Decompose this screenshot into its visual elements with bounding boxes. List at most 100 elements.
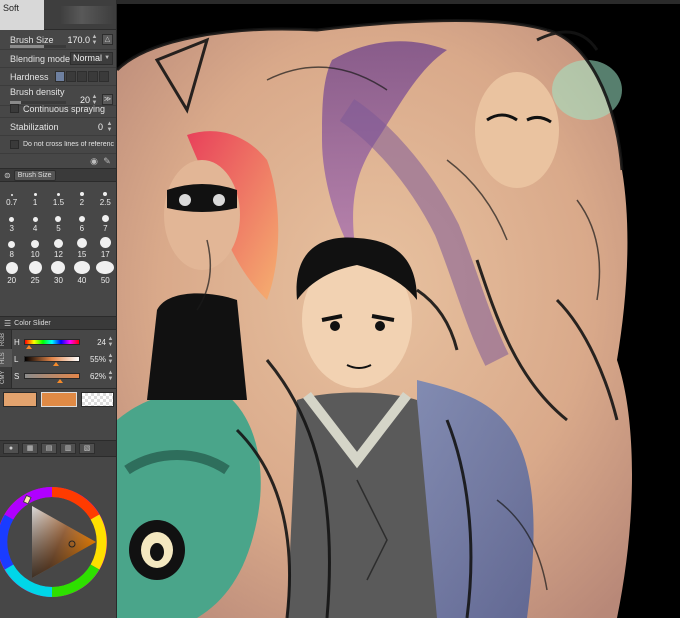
color-history-tab-icon[interactable]: ▧	[79, 443, 95, 454]
tab-hls[interactable]: HLS	[0, 349, 12, 367]
brush-size-preset[interactable]: 8	[0, 235, 23, 261]
brush-size-preset-label: 2	[79, 198, 85, 207]
brush-size-preset[interactable]: 2	[70, 183, 93, 209]
hue-slider-knob[interactable]	[25, 345, 32, 349]
brush-size-preset-label: 3	[9, 224, 14, 233]
sub-color-swatch[interactable]	[41, 392, 77, 407]
main-color-swatch[interactable]	[3, 392, 37, 407]
brush-size-preset[interactable]: 20	[0, 261, 23, 287]
brush-size-preset[interactable]: 10	[23, 235, 46, 261]
color-slider-title[interactable]: Color Slider	[14, 320, 51, 327]
brush-size-preset[interactable]: 5	[47, 209, 70, 235]
brush-size-preset[interactable]: 40	[70, 261, 93, 287]
brush-size-preset[interactable]: 1	[23, 183, 46, 209]
stabilization-row[interactable]: Stabilization 0 ▲ ▼	[0, 118, 116, 136]
brush-size-dot	[51, 261, 66, 274]
hue-slider[interactable]	[24, 339, 80, 349]
brush-size-palette-tab[interactable]: Brush Size	[13, 169, 56, 181]
hardness-step[interactable]	[76, 71, 87, 82]
color-mode-tabs: RGB HLS CMY	[0, 330, 12, 388]
brush-size-slider[interactable]	[10, 45, 66, 48]
brush-size-preset[interactable]: 25	[23, 261, 46, 287]
lightness-slider-knob[interactable]	[52, 362, 59, 366]
brush-size-preset-label: 6	[79, 224, 85, 233]
spin-arrows-icon[interactable]: ▲ ▼	[91, 34, 98, 46]
sub-tool-tab-label: Soft	[3, 3, 20, 13]
brush-size-preset[interactable]: 1.5	[47, 183, 70, 209]
brush-size-dot	[5, 262, 18, 274]
color-set-tab-icon[interactable]: ▥	[60, 443, 76, 454]
hardness-step[interactable]	[87, 71, 98, 82]
brush-size-icon: ⊜	[4, 170, 11, 180]
hardness-step[interactable]	[98, 71, 109, 82]
approximate-color-tab-icon[interactable]: ▤	[41, 443, 57, 454]
brush-size-preset[interactable]: 50	[94, 261, 116, 287]
settings-icon[interactable]: ◉	[88, 157, 100, 166]
brush-size-grid: 0.7 1 1.5 2 2.5 3 4 5 6 7 8 10 12 15 17 20 25 30 40 50	[0, 183, 116, 314]
hue-value[interactable]: 24	[97, 338, 106, 347]
brush-size-dot	[103, 192, 108, 196]
brush-size-preset[interactable]: 15	[70, 235, 93, 261]
sub-tool-tab-bar: Soft	[0, 0, 116, 30]
color-wheel-tab-icon[interactable]: ●	[3, 443, 19, 454]
brush-size-preset-label: 12	[54, 250, 63, 259]
saturation-slider[interactable]	[24, 373, 80, 383]
spin-arrows-icon[interactable]: ▲ ▼	[107, 370, 114, 382]
brush-size-preset-label: 40	[77, 276, 87, 285]
brush-size-preset[interactable]: 4	[23, 209, 46, 235]
brush-size-row[interactable]: Brush Size 170.0 ▲ ▼ △	[0, 30, 116, 50]
brush-size-value[interactable]: 170.0	[67, 35, 90, 45]
brush-size-preset-label: 10	[30, 250, 40, 259]
chevron-down-icon: ▼	[104, 55, 111, 61]
wrench-icon[interactable]: ✎	[101, 157, 113, 166]
continuous-spraying-row[interactable]: Continuous spraying	[0, 100, 116, 118]
drawing-canvas[interactable]	[117, 0, 680, 618]
brush-size-preset[interactable]: 17	[94, 235, 116, 261]
transparent-color-swatch[interactable]	[81, 392, 114, 407]
cross-lines-checkbox[interactable]	[10, 140, 19, 149]
tab-cmy[interactable]: CMY	[0, 368, 12, 386]
blending-mode-value: Normal	[73, 53, 103, 63]
brush-size-preset[interactable]: 0.7	[0, 183, 23, 209]
lightness-label: L	[14, 354, 19, 364]
tab-rgb[interactable]: RGB	[0, 330, 12, 348]
lightness-value[interactable]: 55%	[90, 355, 106, 364]
hardness-step[interactable]	[65, 71, 76, 82]
color-wheel-icon[interactable]	[0, 470, 117, 618]
brush-size-preset-label: 25	[30, 276, 40, 285]
brush-size-dot	[10, 194, 13, 196]
brush-size-preset-label: 30	[54, 276, 63, 285]
stabilization-value[interactable]: 0	[98, 122, 103, 132]
cross-lines-row[interactable]: Do not cross lines of referenc	[0, 136, 116, 154]
spin-arrows-icon[interactable]: ▲ ▼	[106, 121, 113, 133]
size-dynamics-icon[interactable]: △	[102, 34, 113, 45]
brush-size-preset-label: 15	[77, 250, 87, 259]
saturation-value[interactable]: 62%	[90, 372, 106, 381]
intermediate-color-tab-icon[interactable]: ▦	[22, 443, 38, 454]
saturation-label: S	[14, 371, 20, 381]
brush-size-preset[interactable]: 7	[94, 209, 116, 235]
continuous-spraying-checkbox[interactable]	[10, 104, 19, 113]
hardness-label: Hardness	[10, 71, 49, 82]
color-slider-icon: ☰	[4, 318, 12, 328]
brush-size-preset[interactable]: 30	[47, 261, 70, 287]
brush-size-preset-label: 7	[103, 224, 108, 233]
hardness-step[interactable]	[54, 71, 65, 82]
brush-size-dot	[79, 192, 84, 196]
lightness-slider[interactable]	[24, 356, 80, 366]
brush-size-preset-label: 0.7	[6, 198, 18, 207]
blending-mode-select[interactable]: Normal ▼	[70, 52, 114, 65]
color-slider-header: ☰ Color Slider	[0, 316, 116, 330]
tool-panel: Soft Brush Size 170.0 ▲ ▼ △ Blending mode…	[0, 0, 117, 618]
saturation-slider-knob[interactable]	[56, 379, 63, 383]
spin-arrows-icon[interactable]: ▲ ▼	[107, 353, 114, 365]
panel-spacer	[0, 411, 116, 440]
brush-size-preset[interactable]: 6	[70, 209, 93, 235]
brush-size-preset[interactable]: 3	[0, 209, 23, 235]
hardness-selector[interactable]	[54, 71, 110, 82]
brush-size-preset[interactable]: 2.5	[94, 183, 116, 209]
spin-arrows-icon[interactable]: ▲ ▼	[107, 336, 114, 348]
brush-size-dot	[99, 237, 111, 248]
brush-size-preset[interactable]: 12	[47, 235, 70, 261]
sub-tool-tab-soft[interactable]: Soft	[0, 0, 44, 30]
